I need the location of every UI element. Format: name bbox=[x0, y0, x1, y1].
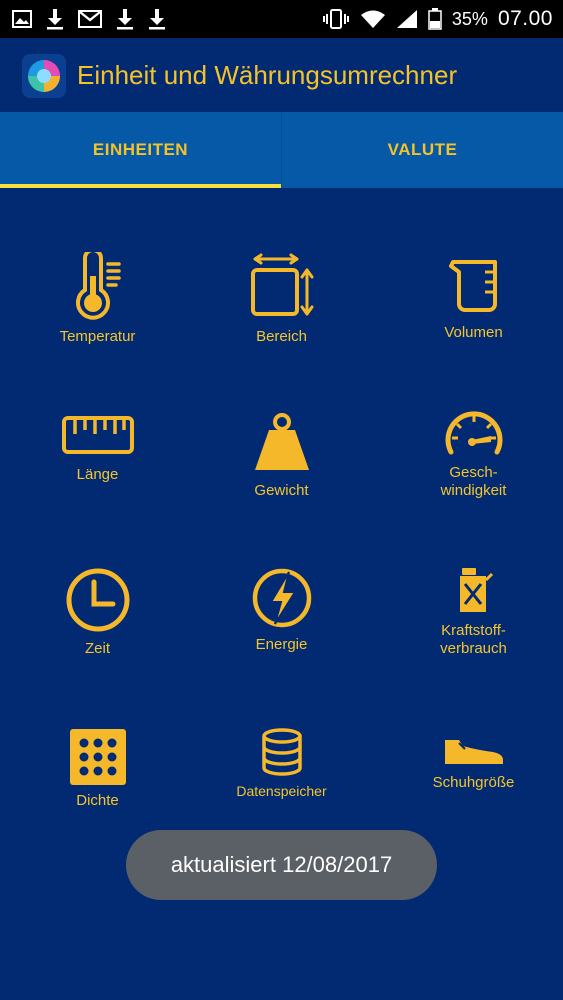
category-label: Datenspeicher bbox=[236, 783, 327, 799]
tab-bar: EINHEITEN VALUTE bbox=[0, 112, 563, 188]
battery-percent: 35% bbox=[451, 8, 488, 29]
category-label: Gewicht bbox=[254, 482, 309, 499]
clock-time: 07.00 bbox=[497, 7, 553, 30]
download-icon bbox=[149, 9, 165, 30]
status-bar: 35% 07.00 bbox=[0, 0, 563, 38]
tab-einheiten[interactable]: EINHEITEN bbox=[0, 112, 281, 188]
category-geschwindigkeit[interactable]: Gesch- windigkeit bbox=[380, 402, 563, 500]
database-icon bbox=[261, 728, 302, 776]
category-label: Temperatur bbox=[59, 328, 136, 345]
battery-icon bbox=[428, 8, 442, 30]
category-label: Volumen bbox=[444, 324, 503, 341]
download-icon bbox=[117, 9, 133, 30]
category-label-line2: verbrauch bbox=[440, 640, 507, 657]
thermometer-icon bbox=[75, 252, 121, 320]
area-icon bbox=[250, 253, 313, 316]
category-zeit[interactable]: Zeit bbox=[4, 566, 191, 658]
category-label-line1: Gesch- bbox=[449, 464, 498, 481]
category-label: Schuhgröße bbox=[432, 774, 515, 791]
download-icon bbox=[47, 9, 63, 30]
category-label: Länge bbox=[76, 466, 119, 483]
category-volumen[interactable]: Volumen bbox=[380, 252, 563, 342]
category-schuhgroesse[interactable]: Schuhgröße bbox=[380, 734, 563, 792]
category-label: Zeit bbox=[84, 640, 110, 657]
update-toast: aktualisiert 12/08/2017 bbox=[126, 830, 437, 900]
vibrate-icon bbox=[322, 9, 349, 29]
category-dichte[interactable]: Dichte bbox=[4, 728, 191, 810]
category-gewicht[interactable]: Gewicht bbox=[188, 410, 375, 500]
category-datenspeicher[interactable]: Datenspeicher bbox=[188, 728, 375, 800]
notification-icons bbox=[12, 6, 166, 32]
speedometer-icon bbox=[445, 411, 502, 455]
app-title: Einheit und Währungsumrechner bbox=[77, 60, 458, 90]
app-bar: Einheit und Währungsumrechner bbox=[0, 38, 563, 112]
category-label: Energie bbox=[255, 636, 308, 653]
category-label: Bereich bbox=[256, 328, 307, 345]
ruler-icon bbox=[61, 416, 134, 454]
clock-icon bbox=[66, 568, 129, 632]
weight-icon bbox=[254, 413, 309, 470]
lightning-icon bbox=[252, 568, 311, 628]
measuring-cup-icon bbox=[448, 260, 497, 312]
image-icon bbox=[12, 10, 32, 28]
category-label: Dichte bbox=[76, 792, 119, 809]
app-logo-icon bbox=[22, 54, 66, 98]
gmail-icon bbox=[78, 10, 102, 28]
category-energie[interactable]: Energie bbox=[188, 566, 375, 654]
category-bereich[interactable]: Bereich bbox=[188, 252, 375, 346]
signal-icon bbox=[396, 10, 417, 28]
category-temperatur[interactable]: Temperatur bbox=[4, 252, 191, 346]
category-label-line2: windigkeit bbox=[440, 482, 507, 499]
shoe-icon bbox=[444, 740, 503, 764]
tab-valute[interactable]: VALUTE bbox=[281, 112, 563, 188]
wifi-icon bbox=[360, 10, 385, 28]
density-grid-icon bbox=[69, 729, 126, 785]
category-label-line1: Kraftstoff- bbox=[441, 622, 506, 639]
category-laenge[interactable]: Länge bbox=[4, 410, 191, 484]
fuel-can-icon bbox=[459, 568, 493, 612]
system-icons: 35% 07.00 bbox=[322, 0, 553, 38]
category-kraftstoffverbrauch[interactable]: Kraftstoff- verbrauch bbox=[380, 566, 563, 658]
screen: 35% 07.00 Einheit und Währungsumrechner … bbox=[0, 0, 563, 1000]
